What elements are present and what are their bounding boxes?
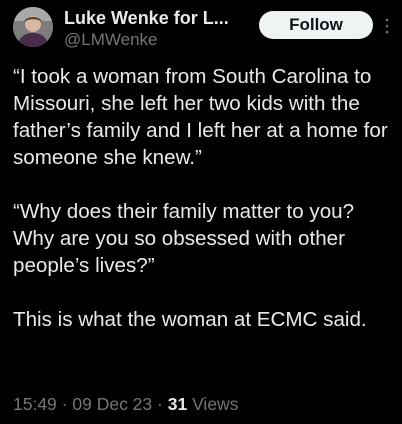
views-count: 31 <box>167 394 188 414</box>
tweet-paragraph: “Why does their family matter to you? Wh… <box>13 200 355 277</box>
tweet-time[interactable]: 15:49 <box>13 394 57 414</box>
meta-separator: · <box>61 394 68 414</box>
tweet-date[interactable]: 09 Dec 23 <box>72 394 152 414</box>
author-handle[interactable]: @LMWenke <box>64 29 157 51</box>
avatar[interactable] <box>13 7 53 47</box>
tweet-paragraph: “I took a woman from South Carolina to M… <box>13 65 388 169</box>
more-vertical-icon[interactable] <box>383 15 391 37</box>
tweet-text: “I took a woman from South Carolina to M… <box>13 63 397 333</box>
tweet-meta: 15:49 · 09 Dec 23 · 31 Views <box>13 393 238 415</box>
views-label: Views <box>192 394 239 414</box>
meta-separator: · <box>157 394 163 414</box>
author-display-name[interactable]: Luke Wenke for L... <box>64 7 250 29</box>
follow-button[interactable]: Follow <box>259 11 373 39</box>
tweet-paragraph: This is what the woman at ECMC said. <box>13 308 367 331</box>
